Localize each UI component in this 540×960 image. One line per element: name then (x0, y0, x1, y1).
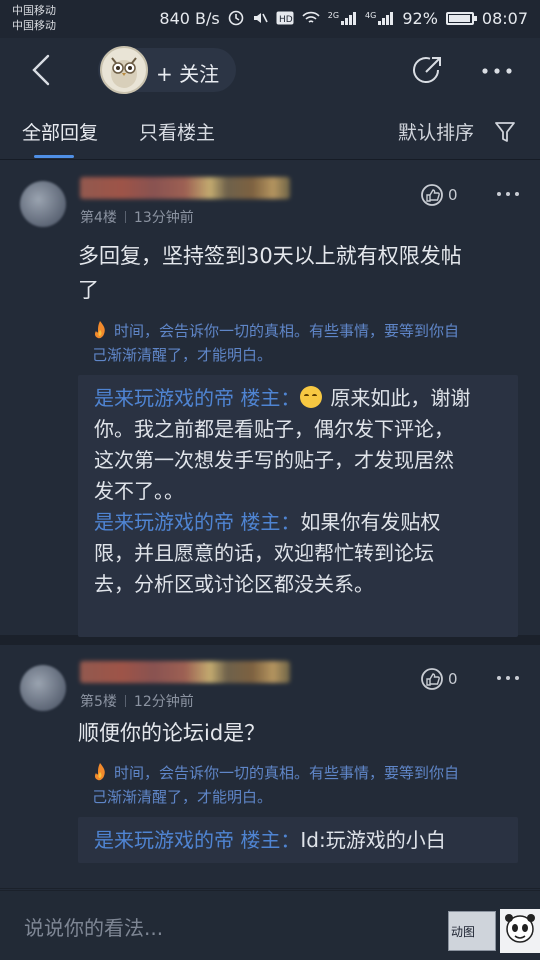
smile-emoji-icon (300, 386, 323, 408)
reply-content: 多回复，坚持签到30天以上就有权限发帖 了 (78, 239, 522, 307)
like-icon[interactable] (420, 667, 444, 691)
network-speed: 840 B/s (159, 8, 220, 28)
net-badge-1: 2G (327, 11, 340, 20)
sticker-button[interactable] (500, 909, 540, 953)
reply-item: 第4楼 13分钟前 0 多回复，坚持签到30天以上就有权限发帖 了 时间，会告诉你… (0, 161, 540, 645)
username-blurred[interactable] (80, 177, 290, 199)
sub-reply-line: 发不了。。 (94, 479, 184, 503)
signal-icon-1: 2G (328, 11, 357, 25)
more-icon[interactable] (480, 56, 514, 86)
carrier-2: 中国移动 (12, 19, 56, 32)
signature-line: 时间，会告诉你一切的真相。有些事情，要等到你自 (114, 322, 460, 340)
reply-tabs: 全部回复 只看楼主 默认排序 (0, 102, 540, 160)
gif-sticker-button[interactable]: 动图 (448, 911, 496, 951)
mute-icon (253, 13, 268, 23)
svg-text:HD: HD (279, 15, 293, 25)
sub-reply-author[interactable]: 是来玩游戏的帝 楼主： (94, 510, 300, 534)
clock: 08:07 (481, 8, 528, 28)
battery-percent: 92% (402, 8, 438, 28)
reply-content-line: 多回复，坚持签到30天以上就有权限发帖 (78, 244, 462, 268)
panda-sticker-icon (505, 914, 535, 943)
like-count: 0 (448, 186, 458, 204)
sub-reply-author[interactable]: 是来玩游戏的帝 楼主： (94, 386, 300, 410)
floor-number: 第4楼 (80, 210, 117, 226)
back-icon[interactable] (26, 52, 60, 88)
avatar[interactable] (20, 181, 66, 227)
sub-reply-box[interactable]: 是来玩游戏的帝 楼主：Id:玩游戏的小白 (78, 817, 518, 863)
owl-icon (111, 57, 137, 88)
sub-reply-box[interactable]: 是来玩游戏的帝 楼主： 原来如此，谢谢 你。我之前都是看贴子，偶尔发下评论， 这次… (78, 375, 518, 637)
active-tab-indicator (34, 155, 74, 158)
username-blurred[interactable] (80, 661, 290, 683)
like-count: 0 (448, 670, 458, 688)
signature-line: 己渐渐清醒了，才能明白。 (92, 346, 273, 364)
carrier-info: 中国移动 中国移动 (12, 3, 56, 33)
tab-op-only[interactable]: 只看楼主 (139, 118, 215, 145)
avatar[interactable] (20, 665, 66, 711)
reply-content-line: 顺便你的论坛id是？ (78, 721, 266, 745)
battery-icon (445, 11, 477, 25)
status-bar: 中国移动 中国移动 840 B/s HD 2G 4G 92% 08:07 (0, 0, 540, 38)
share-icon[interactable] (410, 54, 444, 88)
signature-line: 己渐渐清醒了，才能明白。 (92, 788, 273, 806)
tab-all-replies[interactable]: 全部回复 (22, 118, 98, 145)
reply-more-icon[interactable] (496, 672, 520, 684)
sub-reply: 是来玩游戏的帝 楼主：如果你有发贴权 (94, 510, 441, 534)
sort-dropdown[interactable]: 默认排序 (398, 118, 474, 145)
sub-reply-line: 你。我之前都是看贴子，偶尔发下评论， (94, 417, 454, 441)
sub-reply: 是来玩游戏的帝 楼主： 原来如此，谢谢 (94, 386, 471, 410)
net-badge-2: 4G (365, 11, 377, 20)
hd-icon: HD (276, 11, 294, 25)
reply-time: 12分钟前 (133, 694, 194, 710)
alarm-icon (228, 10, 244, 26)
sub-reply-author[interactable]: 是来玩游戏的帝 楼主： (94, 828, 300, 852)
reply-content: 顺便你的论坛id是？ (78, 716, 522, 750)
flame-icon (94, 321, 105, 339)
sub-reply: 是来玩游戏的帝 楼主：Id:玩游戏的小白 (94, 828, 446, 852)
sub-reply-line: 去，分析区或讨论区都没关系。 (94, 572, 374, 596)
sub-reply-line: 这次第一次想发手写的贴子，才发现居然 (94, 448, 454, 472)
sub-reply-line: 限，并且愿意的话，欢迎帮忙转到论坛 (94, 541, 434, 565)
reply-more-icon[interactable] (496, 188, 520, 200)
reply-meta: 第4楼 13分钟前 (80, 207, 194, 227)
nav-bar: + 关注 (0, 38, 540, 102)
filter-icon[interactable] (494, 120, 516, 144)
carrier-1: 中国移动 (12, 4, 56, 17)
follow-label[interactable]: + 关注 (156, 58, 219, 87)
reply-time: 13分钟前 (133, 210, 194, 226)
signal-icon-2: 4G (365, 11, 394, 25)
flame-icon (94, 763, 105, 781)
like-icon[interactable] (420, 183, 444, 207)
signature-line: 时间，会告诉你一切的真相。有些事情，要等到你自 (114, 764, 460, 782)
reply-content-line: 了 (78, 278, 99, 302)
comment-bar: 动图 (0, 890, 540, 960)
user-signature: 时间，会告诉你一切的真相。有些事情，要等到你自 己渐渐清醒了，才能明白。 (92, 319, 522, 367)
wifi-icon (302, 11, 320, 23)
owl-avatar[interactable] (100, 46, 148, 94)
user-signature: 时间，会告诉你一切的真相。有些事情，要等到你自 己渐渐清醒了，才能明白。 (92, 761, 522, 809)
gif-label: 动图 (451, 925, 476, 939)
floor-number: 第5楼 (80, 694, 117, 710)
comment-input[interactable] (24, 913, 424, 943)
reply-item: 第5楼 12分钟前 0 顺便你的论坛id是？ 时间，会告诉你一切的真相。有些事情，… (0, 645, 540, 889)
status-indicators: 840 B/s HD 2G 4G 92% 08:07 (151, 6, 528, 30)
reply-meta: 第5楼 12分钟前 (80, 691, 194, 711)
